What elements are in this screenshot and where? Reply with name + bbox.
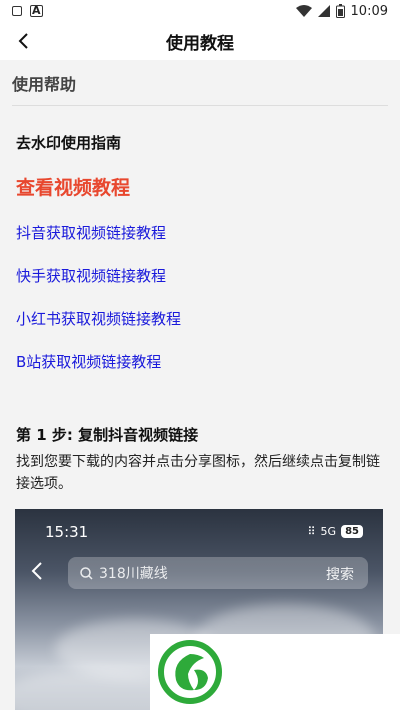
guide-title: 去水印使用指南 xyxy=(16,134,122,152)
kuaishou-tutorial-link[interactable]: 快手获取视频链接教程 xyxy=(16,265,400,286)
wifi-icon xyxy=(295,5,312,17)
status-right: 10:09 xyxy=(295,3,388,19)
signal-bars-icon: ⠿ xyxy=(307,525,316,538)
page-title: 使用教程 xyxy=(166,33,234,54)
back-button[interactable] xyxy=(8,26,38,56)
search-button-label: 搜索 xyxy=(326,567,354,583)
section-title: 使用帮助 xyxy=(12,60,388,106)
signal-icon xyxy=(317,5,330,17)
xiaohongshu-tutorial-link[interactable]: 小红书获取视频链接教程 xyxy=(16,308,400,329)
status-bar: A 10:09 xyxy=(0,0,400,22)
network-type: 5G xyxy=(320,525,337,538)
screenshot-time: 15:31 xyxy=(45,523,89,541)
status-time: 10:09 xyxy=(350,3,388,19)
notification-icon xyxy=(12,6,22,16)
title-bar: 使用教程 xyxy=(0,22,400,60)
status-left-icons: A xyxy=(12,5,43,17)
screenshot-status: ⠿ 5G 85 xyxy=(307,525,363,538)
step-1-description: 找到您要下载的内容并点击分享图标，然后继续点击复制链接选项。 xyxy=(16,454,380,492)
tutorial-content[interactable]: 使用帮助 去水印使用指南 查看视频教程 抖音获取视频链接教程 快手获取视频链接教… xyxy=(0,60,400,710)
screenshot-back-icon xyxy=(31,561,43,585)
bilibili-tutorial-link[interactable]: B站获取视频链接教程 xyxy=(16,351,400,372)
search-placeholder: 318川藏线 xyxy=(99,566,168,582)
battery-icon xyxy=(335,4,345,18)
leaf-logo-icon xyxy=(158,640,222,704)
video-tutorial-link[interactable]: 查看视频教程 xyxy=(16,173,400,200)
step-1-title: 第 1 步: 复制抖音视频链接 xyxy=(16,426,199,444)
app-notification-icon: A xyxy=(30,4,43,17)
chevron-left-icon xyxy=(18,33,28,49)
battery-level: 85 xyxy=(341,525,363,538)
search-icon xyxy=(80,566,93,580)
douyin-tutorial-link[interactable]: 抖音获取视频链接教程 xyxy=(16,222,400,243)
app-logo-overlay xyxy=(150,634,400,710)
screenshot-search-bar: 318川藏线 搜索 xyxy=(68,557,368,589)
